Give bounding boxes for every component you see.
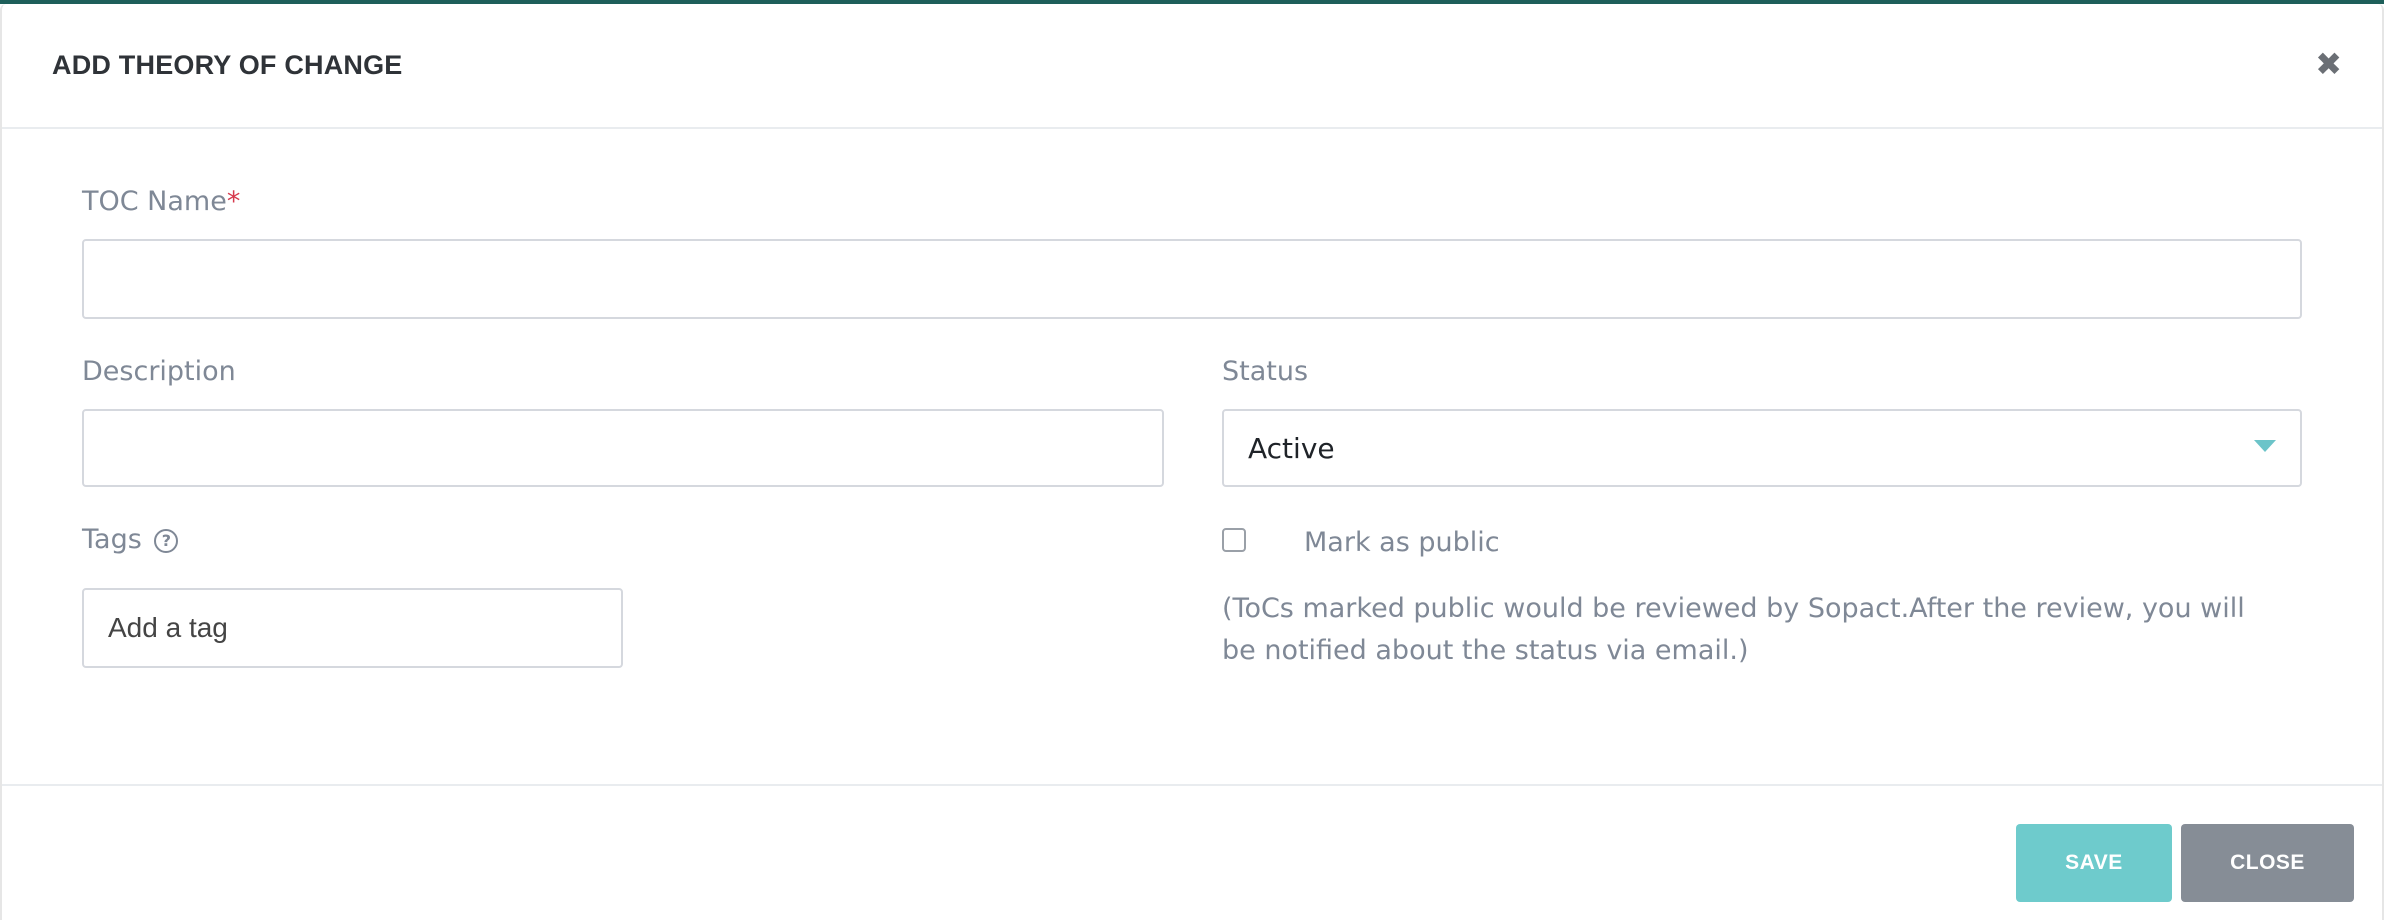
chevron-down-icon [2254, 440, 2276, 452]
toc-name-label-text: TOC Name [82, 186, 227, 217]
modal-header: ADD THEORY OF CHANGE ✖ [2, 4, 2382, 129]
public-review-note: (ToCs marked public would be reviewed by… [1222, 593, 2245, 666]
mark-public-label: Mark as public [1304, 527, 1500, 558]
status-selected-value: Active [1248, 431, 1335, 465]
status-select[interactable]: Active [1222, 409, 2302, 487]
save-button[interactable]: SAVE [2016, 824, 2172, 902]
required-asterisk: * [226, 186, 241, 217]
status-label: Status [1222, 356, 1309, 387]
tags-label: Tags ? [82, 524, 179, 555]
close-button[interactable]: CLOSE [2181, 824, 2354, 902]
tags-input[interactable] [82, 588, 623, 668]
mark-public-checkbox[interactable] [1222, 528, 1246, 552]
description-label: Description [82, 356, 236, 387]
tags-label-text: Tags [82, 524, 142, 555]
question-circle-icon[interactable]: ? [154, 528, 179, 553]
description-input[interactable] [82, 409, 1164, 487]
modal-title: ADD THEORY OF CHANGE [52, 50, 403, 80]
add-toc-modal: ADD THEORY OF CHANGE ✖ TOC Name* Descrip… [0, 4, 2384, 920]
toc-name-label: TOC Name* [82, 186, 240, 217]
modal-footer: SAVE CLOSE [2, 784, 2382, 920]
toc-name-input[interactable] [82, 239, 2302, 319]
close-icon[interactable]: ✖ [2315, 48, 2342, 80]
